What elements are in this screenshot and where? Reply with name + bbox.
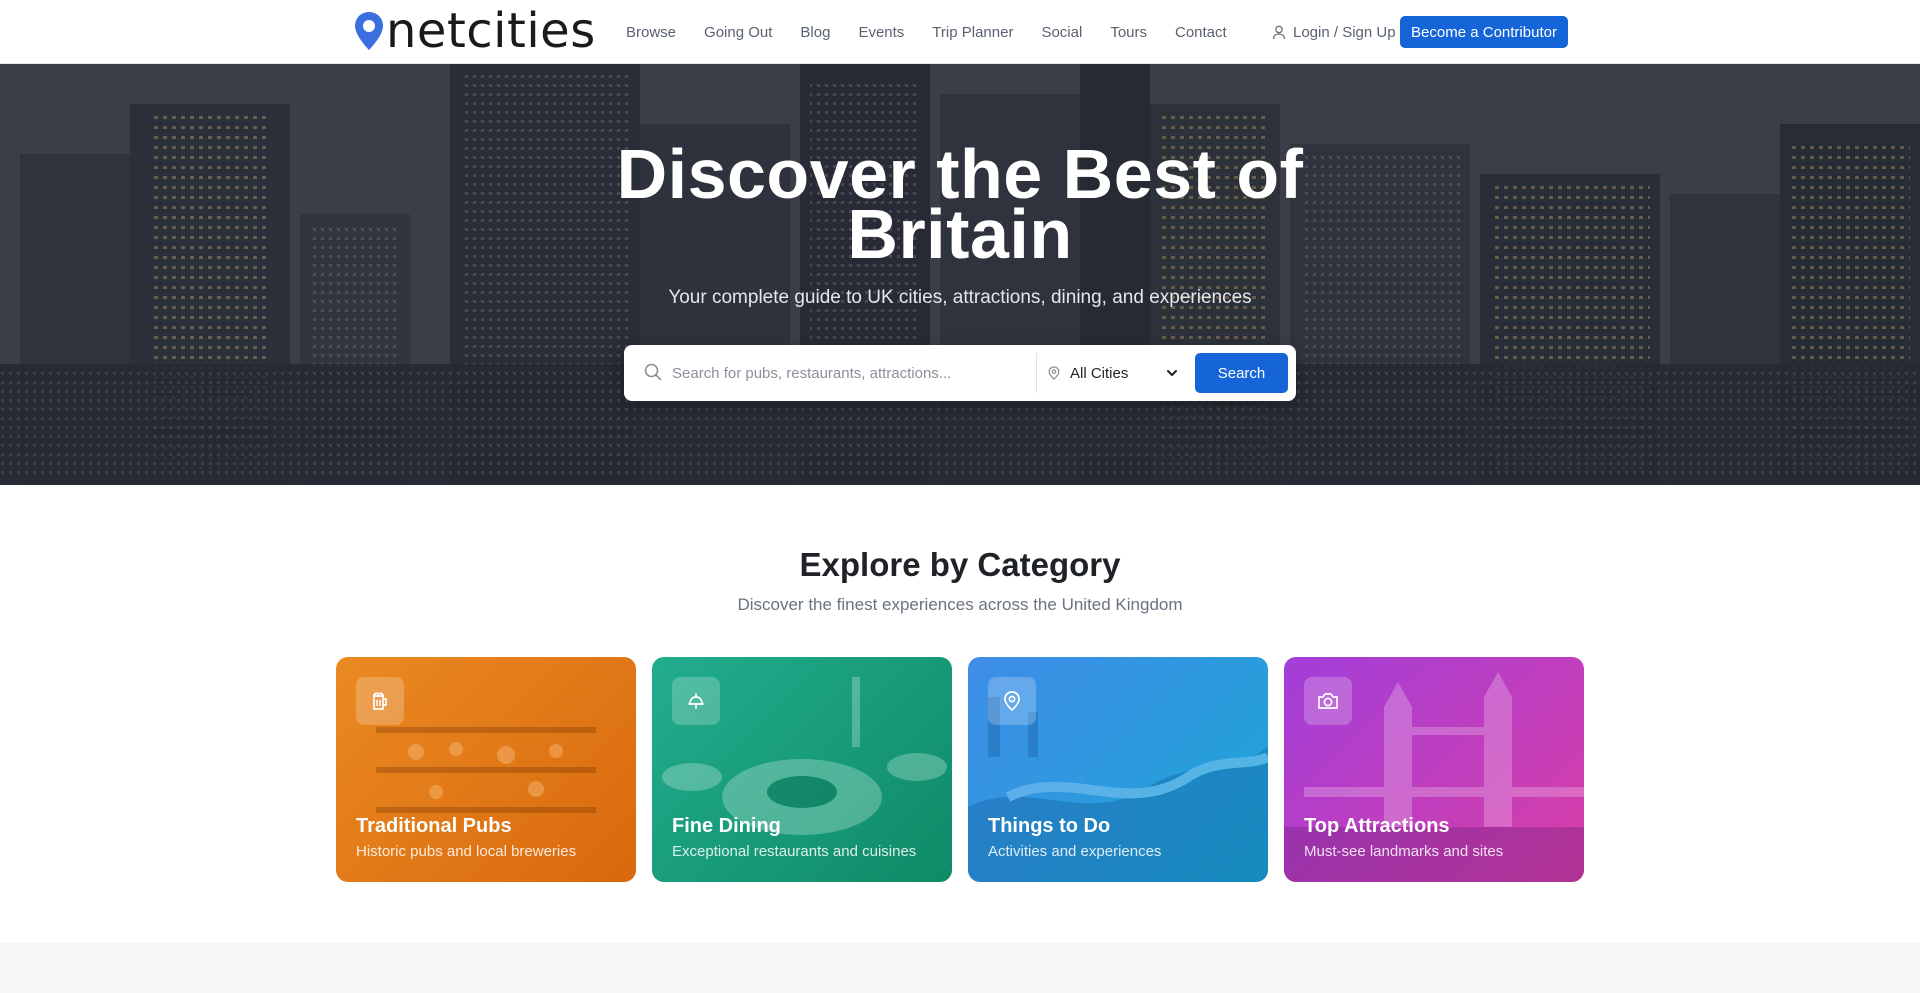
chevron-down-icon (1167, 370, 1177, 376)
dining-icon (688, 693, 704, 709)
card-icon-container (1304, 677, 1352, 725)
search-divider (1036, 353, 1037, 393)
card-title: Fine Dining (672, 815, 781, 837)
card-description: Exceptional restaurants and cuisines (672, 843, 917, 860)
search-input[interactable] (672, 355, 1012, 391)
top-navbar: netcities Browse Going Out Blog Events T… (0, 0, 1920, 64)
card-icon-container (356, 677, 404, 725)
category-card-top-attractions[interactable]: Top Attractions Must-see landmarks and s… (1284, 657, 1584, 882)
category-cards: Traditional Pubs Historic pubs and local… (336, 657, 1584, 882)
city-select[interactable]: All Cities (1048, 355, 1178, 391)
nav-link-social[interactable]: Social (1041, 24, 1082, 41)
city-select-value: All Cities (1070, 364, 1129, 382)
search-bar: All Cities Search (624, 345, 1296, 401)
search-icon (644, 363, 662, 381)
login-label: Login / Sign Up (1293, 23, 1396, 41)
hero-title: Discover the Best of Britain (616, 135, 1304, 273)
card-description: Activities and experiences (988, 843, 1162, 860)
card-title: Top Attractions (1304, 815, 1450, 837)
search-button[interactable]: Search (1195, 353, 1288, 393)
card-description: Historic pubs and local breweries (356, 843, 577, 860)
category-card-things-to-do[interactable]: Things to Do Activities and experiences (968, 657, 1268, 882)
logo-pin-icon (355, 12, 383, 50)
logo-text: netcities (386, 3, 596, 59)
category-card-fine-dining[interactable]: Fine Dining Exceptional restaurants and … (652, 657, 952, 882)
next-section-band (0, 943, 1920, 993)
site-logo[interactable]: netcities (354, 6, 596, 56)
card-title: Things to Do (988, 815, 1111, 837)
card-title: Traditional Pubs (356, 815, 512, 837)
camera-icon (1318, 693, 1338, 709)
nav-link-contact[interactable]: Contact (1175, 24, 1227, 41)
nav-link-going-out[interactable]: Going Out (704, 24, 772, 41)
card-icon-container (988, 677, 1036, 725)
main-nav: Browse Going Out Blog Events Trip Planne… (612, 0, 1241, 64)
nav-link-browse[interactable]: Browse (626, 24, 676, 41)
category-card-traditional-pubs[interactable]: Traditional Pubs Historic pubs and local… (336, 657, 636, 882)
beer-mug-icon (373, 692, 387, 710)
nav-link-events[interactable]: Events (858, 24, 904, 41)
nav-link-blog[interactable]: Blog (800, 24, 830, 41)
card-icon-container (672, 677, 720, 725)
card-description: Must-see landmarks and sites (1304, 843, 1504, 860)
hero-subtitle: Your complete guide to UK cities, attrac… (668, 287, 1252, 308)
hero-overlay (0, 64, 1920, 485)
login-signup-link[interactable]: Login / Sign Up (1272, 0, 1396, 64)
nav-link-tours[interactable]: Tours (1110, 24, 1147, 41)
location-pin-icon (1004, 691, 1020, 711)
category-section-subtitle: Discover the finest experiences across t… (737, 595, 1183, 614)
become-contributor-button[interactable]: Become a Contributor (1400, 16, 1568, 48)
category-section-title: Explore by Category (799, 546, 1121, 583)
location-pin-icon (1048, 366, 1060, 380)
user-icon (1272, 25, 1286, 39)
hero-section: Discover the Best of Britain Your comple… (0, 64, 1920, 485)
nav-link-trip-planner[interactable]: Trip Planner (932, 24, 1013, 41)
